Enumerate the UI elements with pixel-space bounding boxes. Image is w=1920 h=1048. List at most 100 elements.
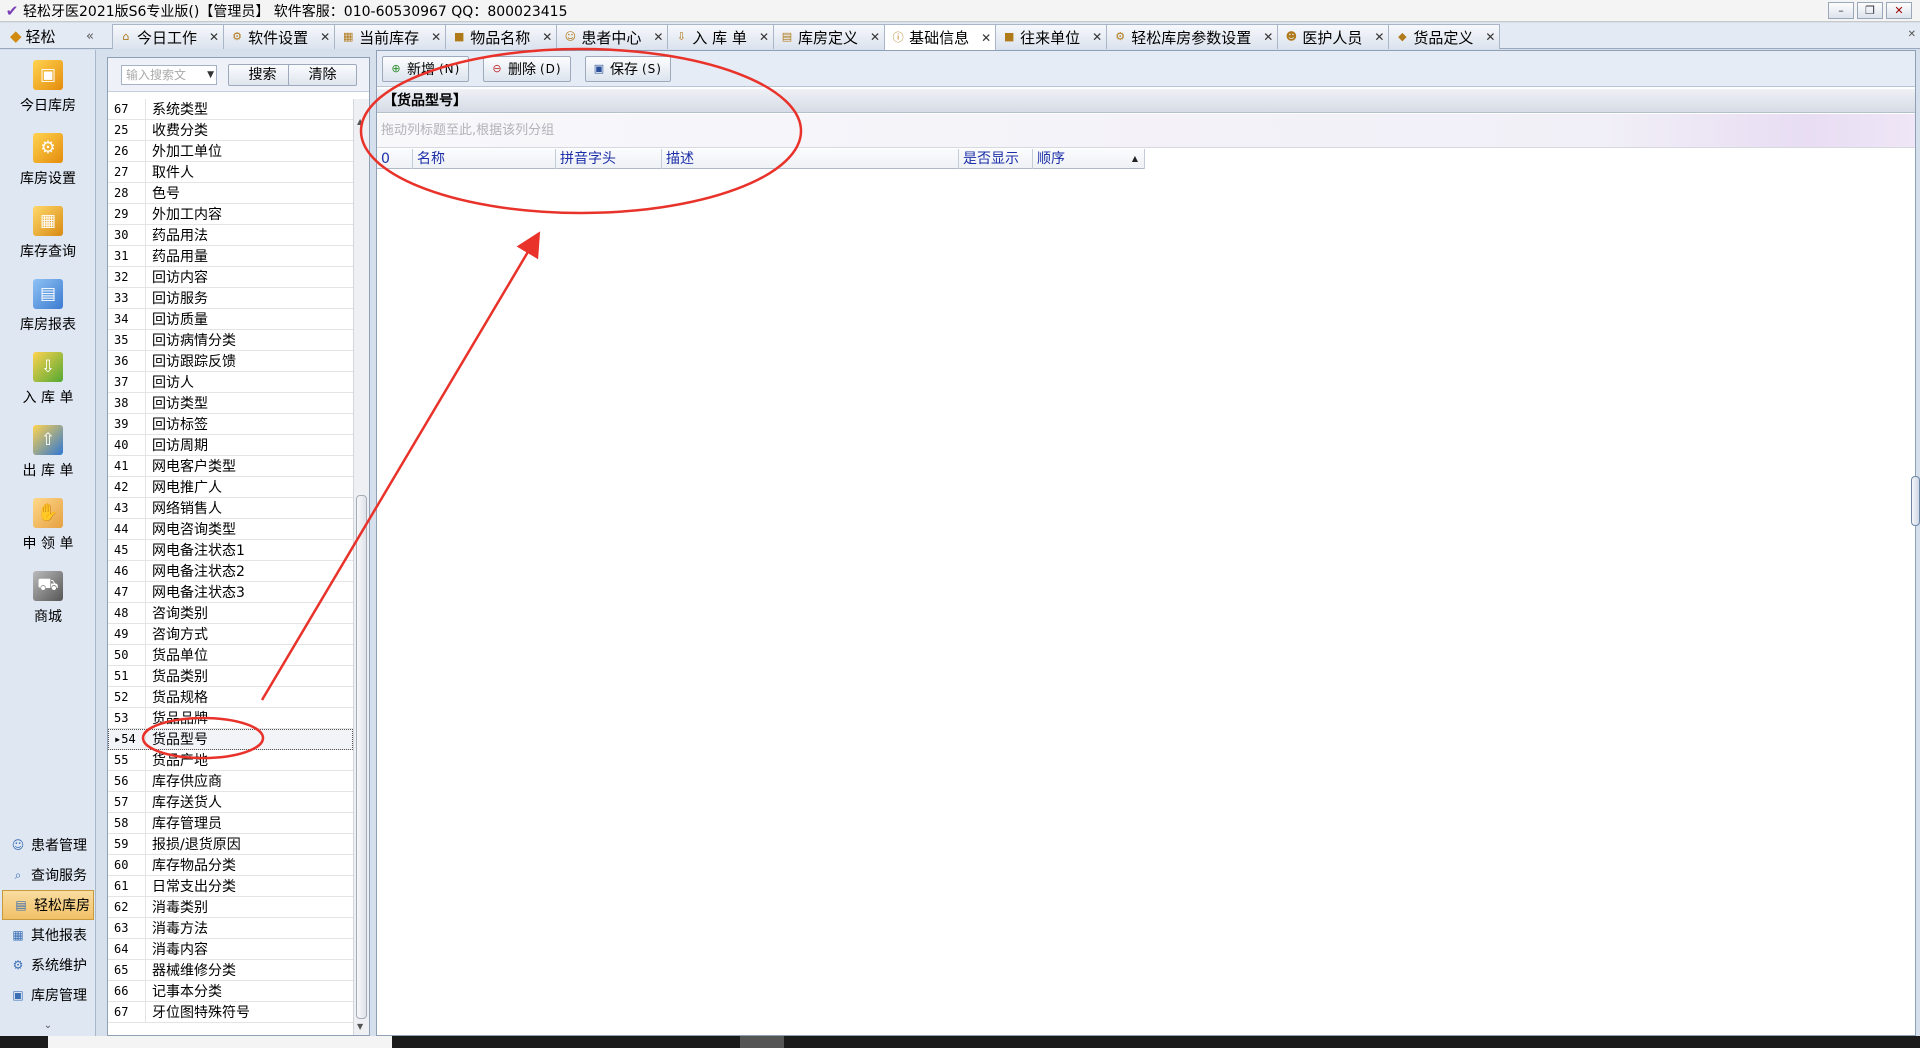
- grid-body[interactable]: [377, 170, 1915, 1035]
- list-row[interactable]: 25 收费分类: [108, 119, 353, 141]
- tab-close-icon[interactable]: ✕: [870, 30, 880, 44]
- list-row[interactable]: 34 回访质量: [108, 308, 353, 330]
- list-row[interactable]: 67 系统类型: [108, 98, 353, 120]
- nav-more-icon[interactable]: ⌄: [0, 1020, 96, 1036]
- dropdown-arrow-icon[interactable]: ▼: [207, 66, 214, 84]
- main-scroll-handle[interactable]: [1911, 476, 1920, 526]
- tab-6[interactable]: ⇩ 入 库 单 ✕: [667, 24, 774, 49]
- tab-close-icon[interactable]: ✕: [542, 30, 552, 44]
- list-row[interactable]: 63 消毒方法: [108, 917, 353, 939]
- list-row[interactable]: 36 回访跟踪反馈: [108, 350, 353, 372]
- scroll-up-icon[interactable]: ▲: [357, 117, 363, 126]
- delete-button[interactable]: ⊖ 删除 (D): [483, 56, 571, 82]
- column-header[interactable]: 拼音字头: [556, 149, 662, 169]
- list-row[interactable]: 37 回访人: [108, 371, 353, 393]
- tab-close-icon[interactable]: ✕: [1374, 30, 1384, 44]
- nav-item-8[interactable]: ⛟ 商城: [0, 561, 96, 634]
- list-row[interactable]: 62 消毒类别: [108, 896, 353, 918]
- save-button[interactable]: ▣ 保存 (S): [585, 56, 671, 82]
- list-row[interactable]: 40 回访周期: [108, 434, 353, 456]
- restore-button[interactable]: ❐: [1857, 2, 1883, 19]
- tab-close-icon[interactable]: ✕: [653, 30, 663, 44]
- nav-section-5[interactable]: ⚙ 系统维护: [0, 950, 96, 980]
- list-row[interactable]: 46 网电备注状态2: [108, 560, 353, 582]
- tab-close-icon[interactable]: ✕: [1092, 30, 1102, 44]
- scroll-down-icon[interactable]: ▼: [357, 1022, 363, 1031]
- tab-close-icon[interactable]: ✕: [1263, 30, 1273, 44]
- list-row[interactable]: 58 库存管理员: [108, 812, 353, 834]
- tab-scroll-icon[interactable]: ✕: [1908, 29, 1916, 40]
- tab-close-icon[interactable]: ✕: [209, 30, 219, 44]
- tab-close-icon[interactable]: ✕: [320, 30, 330, 44]
- nav-section-4[interactable]: ▦ 其他报表: [0, 920, 96, 950]
- list-row[interactable]: 27 取件人: [108, 161, 353, 183]
- column-header[interactable]: 0: [377, 149, 413, 169]
- column-header[interactable]: 顺序 ▲: [1033, 149, 1145, 169]
- list-row[interactable]: 38 回访类型: [108, 392, 353, 414]
- list-row[interactable]: 30 药品用法: [108, 224, 353, 246]
- minimize-button[interactable]: –: [1828, 2, 1854, 19]
- add-button[interactable]: ⊕ 新增 (N): [382, 56, 470, 82]
- collapse-nav-button[interactable]: «: [86, 29, 94, 44]
- tab-7[interactable]: ▤ 库房定义 ✕: [773, 24, 886, 49]
- list-row[interactable]: 57 库存送货人: [108, 791, 353, 813]
- list-row[interactable]: 29 外加工内容: [108, 203, 353, 225]
- tab-close-icon[interactable]: ✕: [759, 30, 769, 44]
- list-scrollbar[interactable]: ▲ ▼: [353, 99, 369, 1035]
- tab-8[interactable]: ⓘ 基础信息 ✕: [884, 24, 997, 50]
- close-window-button[interactable]: ✕: [1886, 2, 1912, 19]
- tab-close-icon[interactable]: ✕: [981, 31, 991, 45]
- list-row[interactable]: 45 网电备注状态1: [108, 539, 353, 561]
- list-row[interactable]: 28 色号: [108, 182, 353, 204]
- nav-item-3[interactable]: ▦ 库存查询: [0, 196, 96, 269]
- tab-1[interactable]: ⌂ 今日工作 ✕: [112, 24, 225, 49]
- list-row[interactable]: 53 货品品牌: [108, 707, 353, 729]
- list-row[interactable]: 64 消毒内容: [108, 938, 353, 960]
- tab-4[interactable]: ■ 物品名称 ✕: [445, 24, 558, 49]
- search-button[interactable]: 搜索: [228, 64, 297, 86]
- tab-9[interactable]: ■ 往来单位 ✕: [995, 24, 1108, 49]
- list-row[interactable]: 32 回访内容: [108, 266, 353, 288]
- list-row[interactable]: 67 牙位图特殊符号: [108, 1001, 353, 1023]
- list-row[interactable]: 47 网电备注状态3: [108, 581, 353, 603]
- nav-section-3[interactable]: ▤ 轻松库房: [2, 890, 94, 920]
- clear-button[interactable]: 清除: [288, 64, 357, 86]
- nav-item-1[interactable]: ▣ 今日库房: [0, 50, 96, 123]
- list-row[interactable]: 59 报损/退货原因: [108, 833, 353, 855]
- column-header[interactable]: 名称: [413, 149, 556, 169]
- list-row[interactable]: 51 货品类别: [108, 665, 353, 687]
- pane-splitter[interactable]: [371, 57, 375, 1036]
- tab-3[interactable]: ▦ 当前库存 ✕: [334, 24, 447, 49]
- nav-item-5[interactable]: ⇩ 入 库 单: [0, 342, 96, 415]
- tab-close-icon[interactable]: ✕: [1485, 30, 1495, 44]
- tab-11[interactable]: ☻ 医护人员 ✕: [1277, 24, 1390, 49]
- list-row[interactable]: 35 回访病情分类: [108, 329, 353, 351]
- list-row[interactable]: 33 回访服务: [108, 287, 353, 309]
- list-row[interactable]: 65 器械维修分类: [108, 959, 353, 981]
- list-row[interactable]: 49 咨询方式: [108, 623, 353, 645]
- list-row[interactable]: 42 网电推广人: [108, 476, 353, 498]
- list-row[interactable]: 60 库存物品分类: [108, 854, 353, 876]
- tab-close-icon[interactable]: ✕: [431, 30, 441, 44]
- nav-item-4[interactable]: ▤ 库房报表: [0, 269, 96, 342]
- list-row[interactable]: 56 库存供应商: [108, 770, 353, 792]
- tab-12[interactable]: ◆ 货品定义 ✕: [1388, 24, 1501, 49]
- list-row[interactable]: 55 货品产地: [108, 749, 353, 771]
- list-row[interactable]: 43 网络销售人: [108, 497, 353, 519]
- nav-item-7[interactable]: ✋ 申 领 单: [0, 488, 96, 561]
- list-scroll-thumb[interactable]: [356, 495, 367, 1019]
- list-row[interactable]: 48 咨询类别: [108, 602, 353, 624]
- list-row[interactable]: 50 货品单位: [108, 644, 353, 666]
- list-row[interactable]: ▸54 货品型号: [108, 728, 353, 750]
- nav-item-6[interactable]: ⇧ 出 库 单: [0, 415, 96, 488]
- list-row[interactable]: 41 网电客户类型: [108, 455, 353, 477]
- nav-section-6[interactable]: ▣ 库房管理: [0, 980, 96, 1010]
- tab-10[interactable]: ⚙ 轻松库房参数设置 ✕: [1106, 24, 1279, 49]
- column-header[interactable]: 描述: [662, 149, 959, 169]
- nav-item-2[interactable]: ⚙ 库房设置: [0, 123, 96, 196]
- nav-section-1[interactable]: ☺ 患者管理: [0, 830, 96, 860]
- nav-section-2[interactable]: ⌕ 查询服务: [0, 860, 96, 890]
- list-row[interactable]: 39 回访标签: [108, 413, 353, 435]
- list-row[interactable]: 52 货品规格: [108, 686, 353, 708]
- list-row[interactable]: 44 网电咨询类型: [108, 518, 353, 540]
